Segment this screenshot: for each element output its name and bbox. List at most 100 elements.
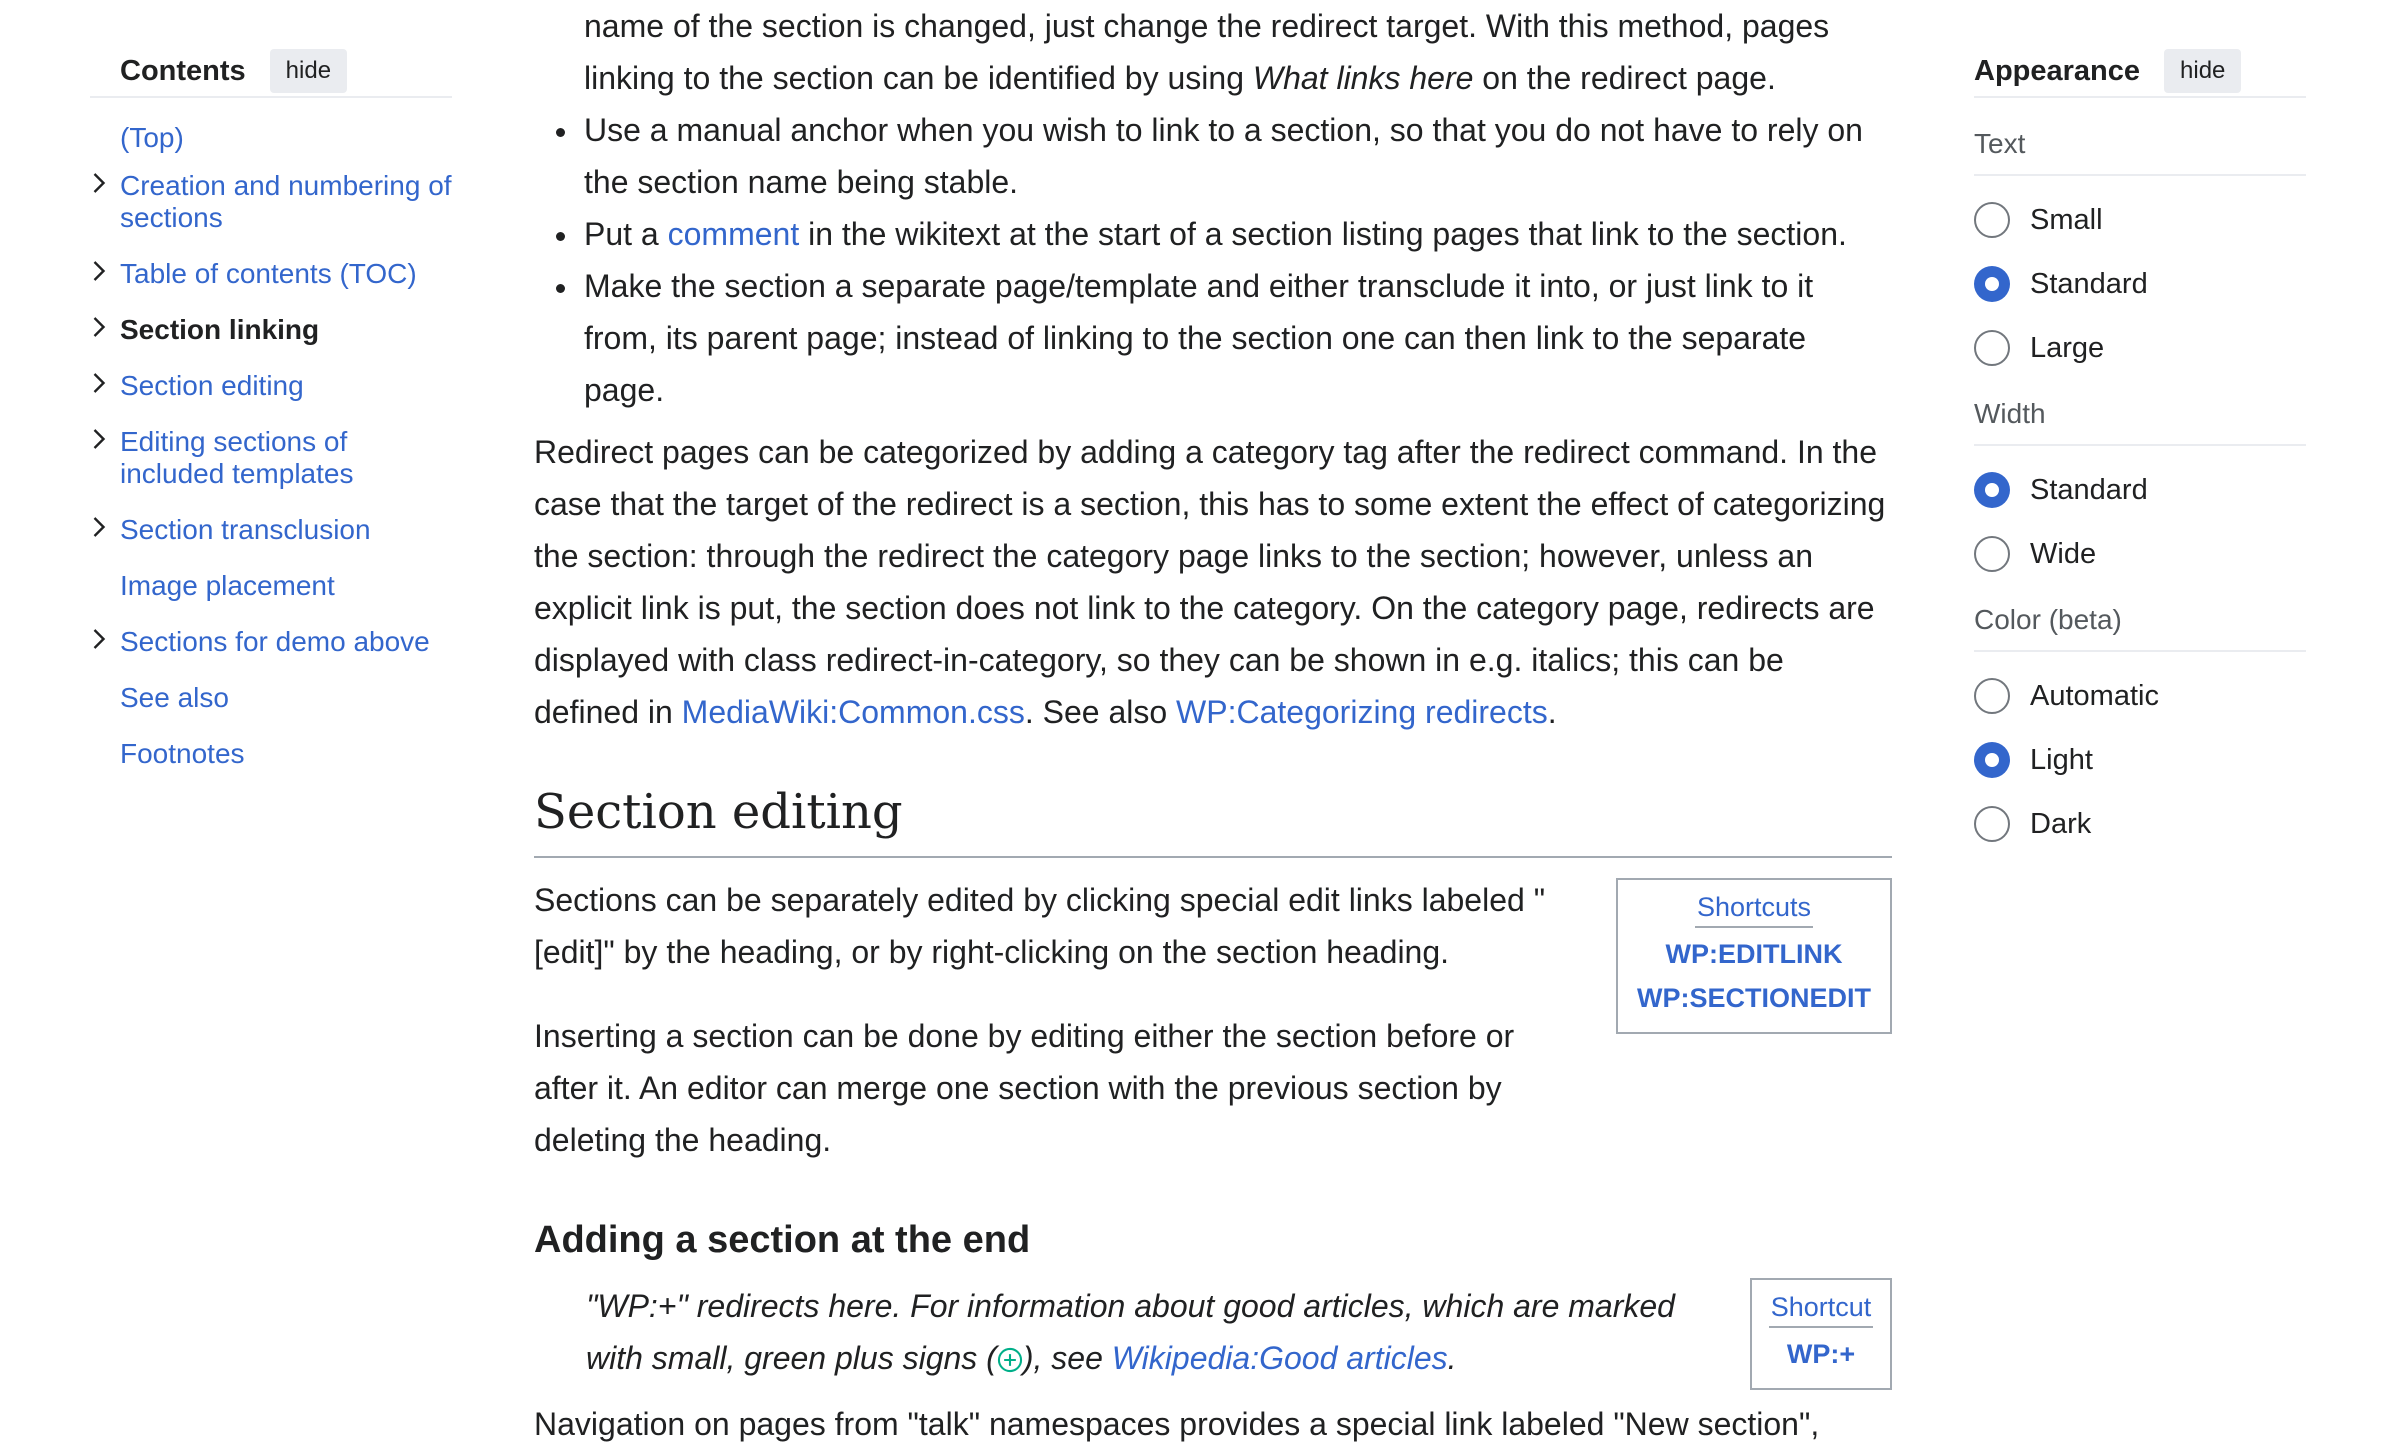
chevron-right-icon[interactable] — [84, 424, 114, 454]
common-css-link[interactable]: MediaWiki:Common.css — [682, 694, 1025, 730]
toc-item-label[interactable]: Section linking — [120, 314, 319, 345]
section-editing-heading: Section editing — [534, 782, 1892, 858]
radio-button-selected[interactable] — [1974, 472, 2010, 508]
color-title: Color (beta) — [1974, 604, 2306, 652]
radio-label[interactable]: Dark — [2030, 808, 2091, 841]
radio-color-dark[interactable]: Dark — [1974, 804, 2306, 844]
radio-button-selected[interactable] — [1974, 266, 2010, 302]
shortcut-wp-plus[interactable]: WP:+ — [1752, 1332, 1890, 1376]
radio-width-standard[interactable]: Standard — [1974, 470, 2306, 510]
adding-section-heading: Adding a section at the end — [534, 1219, 1031, 1261]
toc-item-label[interactable]: See also — [120, 682, 229, 713]
radio-label[interactable]: Standard — [2030, 268, 2148, 301]
hatnote-block: "WP:+" redirects here. For information a… — [534, 1278, 1892, 1390]
radio-button[interactable] — [1974, 806, 2010, 842]
chevron-right-icon[interactable] — [84, 256, 114, 286]
radio-text-standard[interactable]: Standard — [1974, 264, 2306, 304]
chevron-right-icon[interactable] — [84, 624, 114, 654]
section-editing-paragraph-1: Sections can be separately edited by cli… — [534, 874, 1564, 978]
radio-label[interactable]: Automatic — [2030, 680, 2159, 713]
paragraph-text: Sections can be separately edited by cli… — [534, 882, 1546, 970]
appearance-panel: Appearance hide Text Small Standard Larg… — [1974, 46, 2306, 844]
paragraph-text: on the redirect page. — [1473, 60, 1776, 96]
width-title: Width — [1974, 398, 2306, 446]
radio-button[interactable] — [1974, 330, 2010, 366]
toc-item-label[interactable]: Creation and numbering of sections — [120, 170, 452, 233]
radio-label[interactable]: Large — [2030, 332, 2104, 365]
hatnote-text: ), see — [1022, 1340, 1112, 1376]
toc-item-section-transclusion[interactable]: Section transclusion — [90, 514, 452, 546]
radio-label[interactable]: Small — [2030, 204, 2103, 237]
paragraph-text: . — [1547, 694, 1557, 730]
redirect-paragraph: Redirect pages can be categorized by add… — [534, 426, 1892, 738]
toc-item-toc[interactable]: Table of contents (TOC) — [90, 258, 452, 290]
paragraph-text: Redirect pages can be categorized by add… — [534, 434, 1886, 730]
paragraph-text: name of the section is changed, just cha… — [584, 8, 1830, 44]
chevron-right-icon[interactable] — [84, 168, 114, 198]
toc-item-label[interactable]: Editing sections of included templates — [120, 426, 353, 489]
chevron-right-icon[interactable] — [84, 368, 114, 398]
shortcuts-title[interactable]: Shortcuts — [1694, 888, 1814, 928]
chevron-right-icon[interactable] — [84, 512, 114, 542]
text-size-title: Text — [1974, 128, 2306, 176]
paragraph-text: Use a manual anchor when you wish to lin… — [584, 112, 1863, 200]
section-editing-paragraph-2: Inserting a section can be done by editi… — [534, 1010, 1564, 1166]
paragraph-text: Inserting a section can be done by editi… — [534, 1018, 1515, 1158]
toc-item-top[interactable]: (Top) — [90, 122, 452, 154]
radio-text-small[interactable]: Small — [1974, 200, 2306, 240]
categorizing-redirects-link[interactable]: WP:Categorizing redirects — [1176, 694, 1548, 730]
radio-button[interactable] — [1974, 536, 2010, 572]
paragraph-text: linking to the section can be identified… — [584, 60, 1253, 96]
toc-item-label[interactable]: Section transclusion — [120, 514, 371, 545]
appearance-hide-button[interactable]: hide — [2164, 49, 2242, 93]
hatnote-text: . — [1447, 1340, 1457, 1376]
appearance-title: Appearance — [1974, 54, 2141, 87]
radio-label[interactable]: Standard — [2030, 474, 2148, 507]
radio-button[interactable] — [1974, 678, 2010, 714]
list-item-continued: name of the section is changed, just cha… — [534, 0, 1892, 104]
shortcut-box: Shortcut WP:+ — [1750, 1278, 1892, 1390]
good-articles-link[interactable]: Wikipedia:Good articles — [1112, 1340, 1448, 1376]
radio-color-automatic[interactable]: Automatic — [1974, 676, 2306, 716]
article-body: name of the section is changed, just cha… — [534, 0, 1892, 1450]
radio-color-light[interactable]: Light — [1974, 740, 2306, 780]
paragraph-text: Put a — [584, 216, 668, 252]
shortcut-sectionedit[interactable]: WP:SECTIONEDIT — [1618, 976, 1890, 1020]
toc-item-see-also[interactable]: See also — [90, 682, 452, 714]
radio-button-selected[interactable] — [1974, 742, 2010, 778]
plus-circle-icon — [997, 1347, 1022, 1373]
toc-item-creation-numbering[interactable]: Creation and numbering of sections — [90, 170, 452, 234]
list-item: Use a manual anchor when you wish to lin… — [534, 104, 1892, 208]
toc-item-label[interactable]: Sections for demo above — [120, 626, 430, 657]
toc-item-image-placement[interactable]: Image placement — [90, 570, 452, 602]
toc-item-label[interactable]: Table of contents (TOC) — [120, 258, 417, 289]
toc-item-label[interactable]: (Top) — [120, 122, 184, 153]
radio-width-wide[interactable]: Wide — [1974, 534, 2306, 574]
toc-hide-button[interactable]: hide — [269, 49, 348, 93]
radio-label[interactable]: Wide — [2030, 538, 2096, 571]
radio-label[interactable]: Light — [2030, 744, 2093, 777]
radio-text-large[interactable]: Large — [1974, 328, 2306, 368]
toc-item-label[interactable]: Image placement — [120, 570, 335, 601]
hatnote: "WP:+" redirects here. For information a… — [534, 1280, 1726, 1384]
toc-item-label[interactable]: Section editing — [120, 370, 304, 401]
table-of-contents: Contents hide (Top) Creation and numberi… — [90, 46, 452, 794]
shortcut-editlink[interactable]: WP:EDITLINK — [1618, 932, 1890, 976]
comment-link[interactable]: comment — [668, 216, 800, 252]
toc-item-sections-demo[interactable]: Sections for demo above — [90, 626, 452, 658]
toc-item-label[interactable]: Footnotes — [120, 738, 245, 769]
appearance-header: Appearance hide — [1974, 46, 2306, 98]
shortcut-title[interactable]: Shortcut — [1768, 1288, 1874, 1328]
toc-item-section-linking[interactable]: Section linking — [90, 314, 452, 346]
toc-item-editing-included-templates[interactable]: Editing sections of included templates — [90, 426, 452, 490]
bullet-list: name of the section is changed, just cha… — [534, 0, 1892, 416]
paragraph-text: in the wikitext at the start of a sectio… — [799, 216, 1847, 252]
radio-button[interactable] — [1974, 202, 2010, 238]
toc-item-footnotes[interactable]: Footnotes — [90, 738, 452, 770]
navigation-paragraph: Navigation on pages from "talk" namespac… — [534, 1398, 1892, 1450]
paragraph-text: . See also — [1024, 694, 1177, 730]
list-item: Put a comment in the wikitext at the sta… — [534, 208, 1892, 260]
chevron-right-icon[interactable] — [84, 312, 114, 342]
toc-item-section-editing[interactable]: Section editing — [90, 370, 452, 402]
toc-header: Contents hide — [90, 46, 452, 98]
